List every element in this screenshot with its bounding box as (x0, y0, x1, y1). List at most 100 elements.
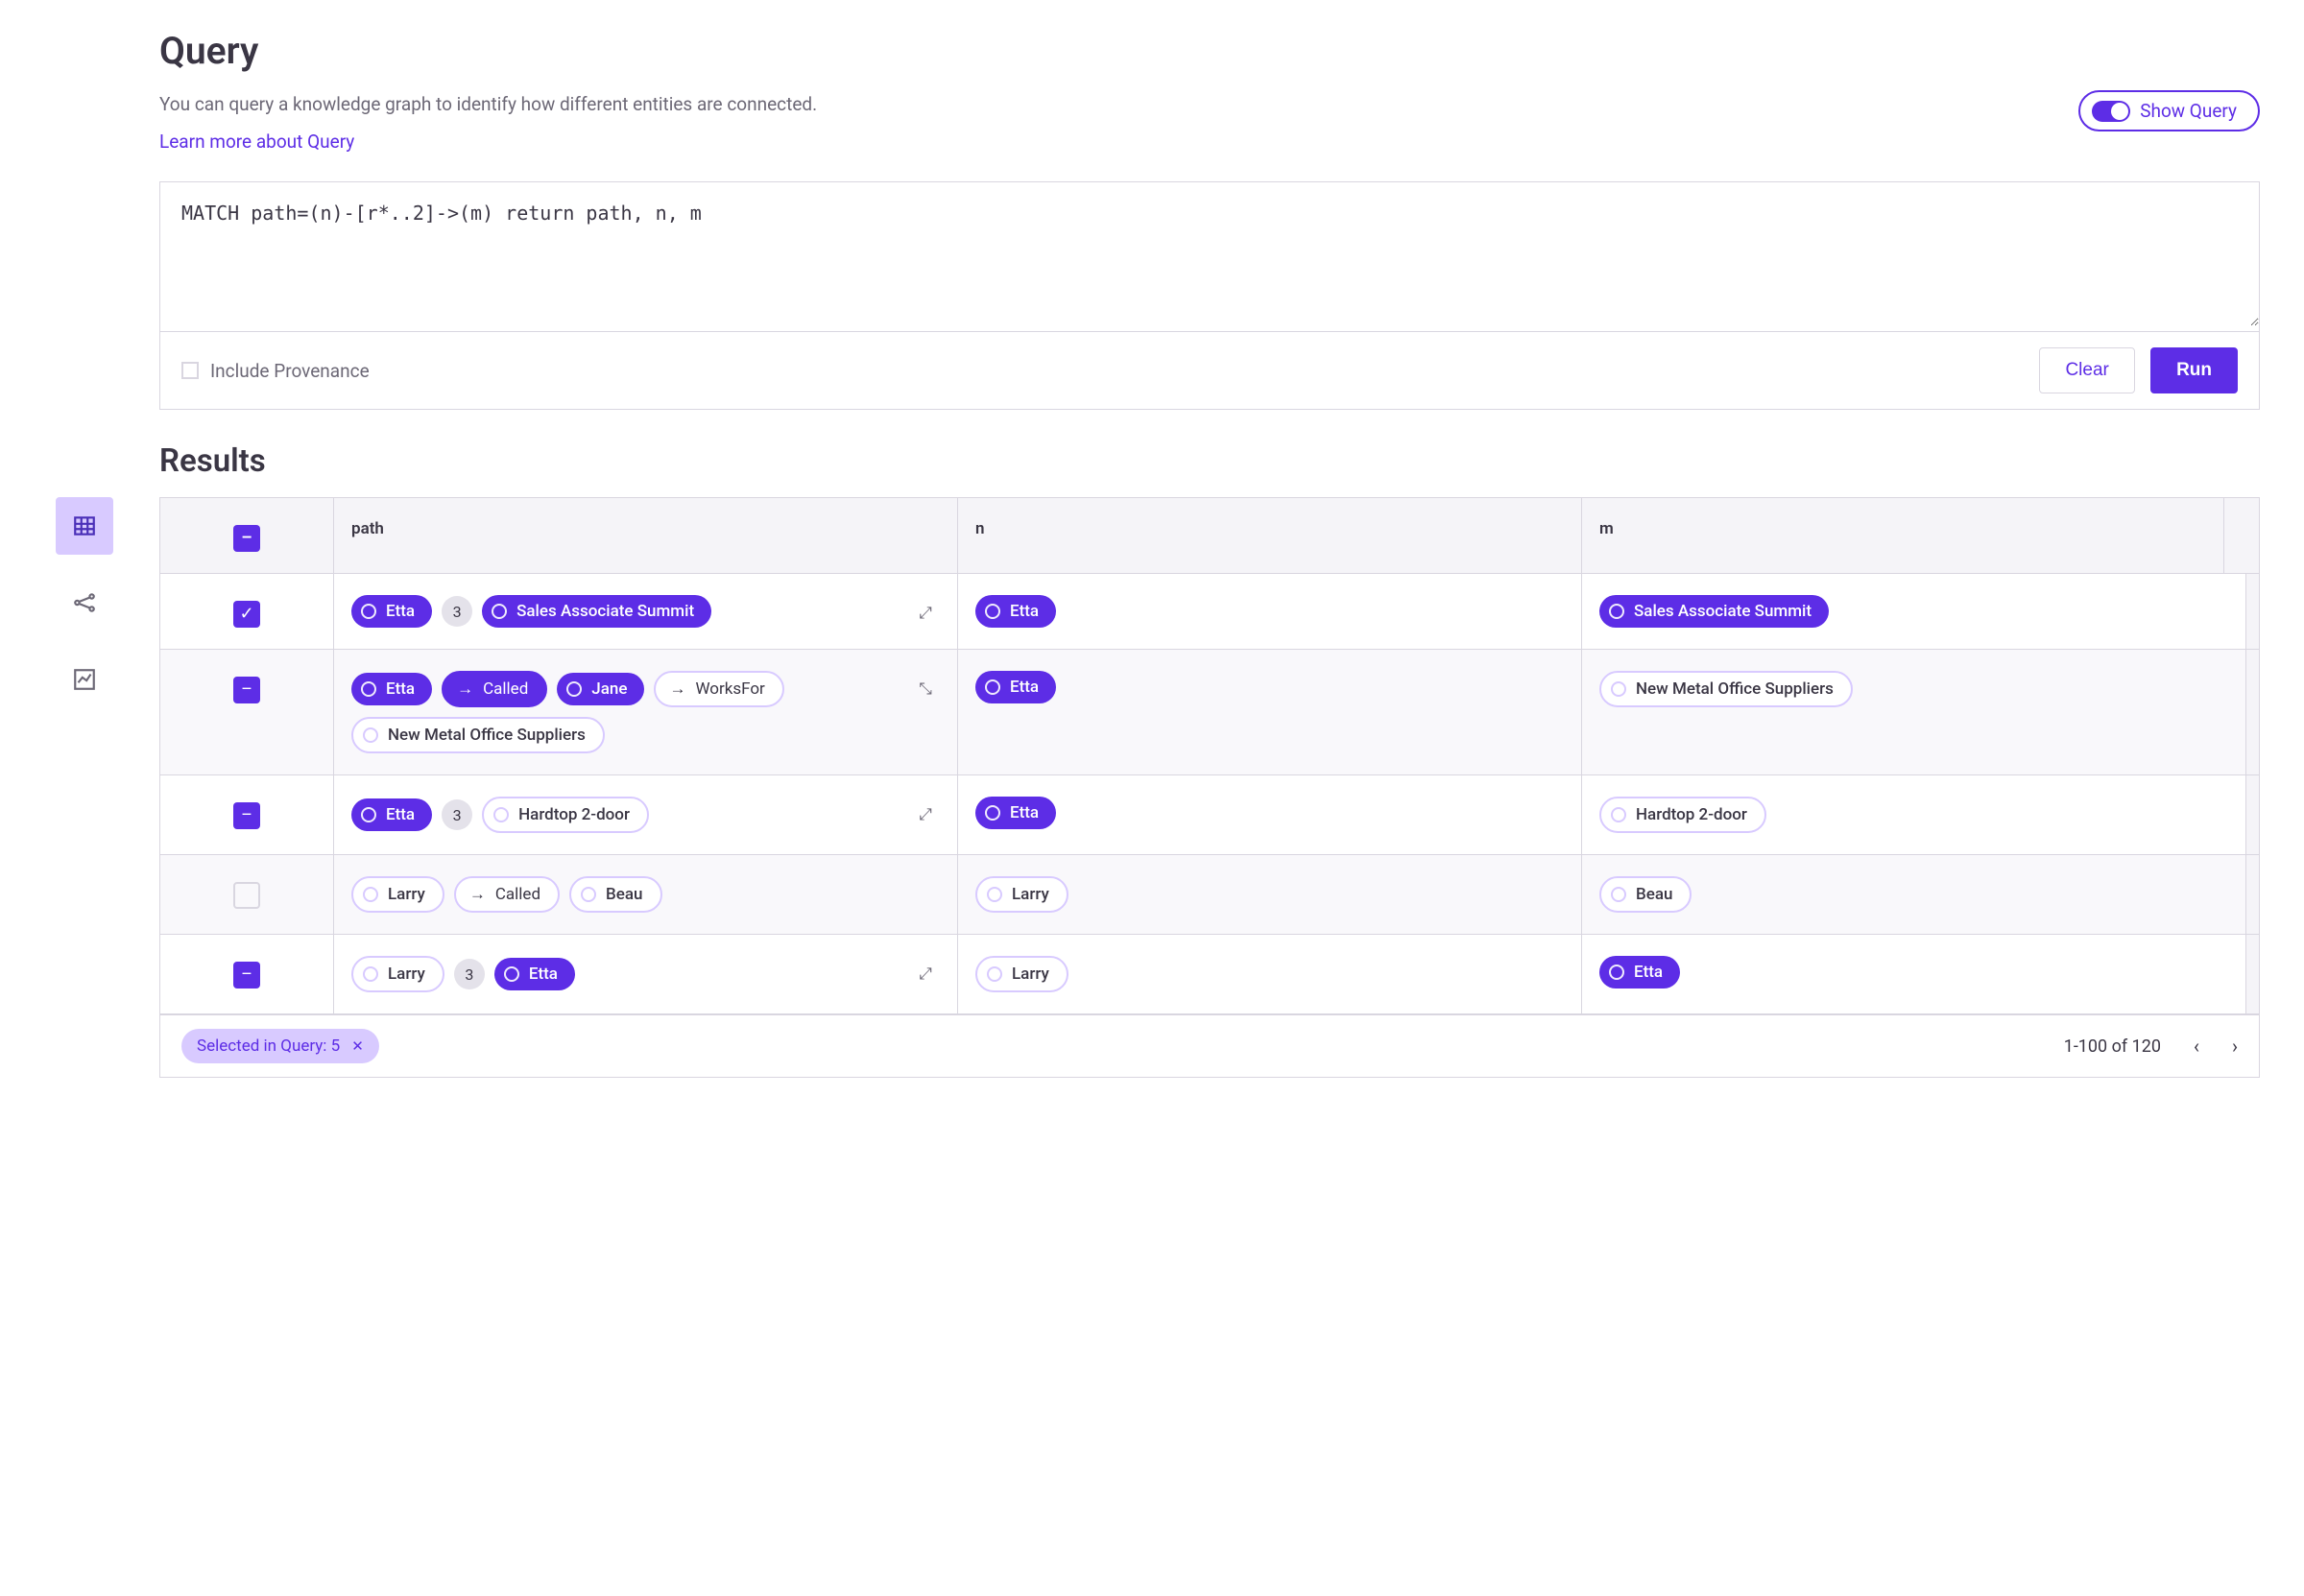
node-label: Etta (1634, 963, 1663, 982)
results-header-row: – path n m (160, 498, 2259, 574)
node-pill[interactable]: Beau (569, 876, 661, 913)
column-n[interactable]: n (957, 498, 1581, 573)
count-chip[interactable]: 3 (442, 596, 472, 627)
node-label: Sales Associate Summit (516, 602, 694, 621)
table-row: – Etta 3 Hardtop 2-door ⤢ Etta Hardtop 2-door (160, 775, 2259, 855)
table-view-tab[interactable] (56, 497, 113, 555)
node-pill[interactable]: New Metal Office Suppliers (1599, 671, 1853, 707)
pager-prev[interactable]: ‹ (2194, 1035, 2199, 1058)
node-pill[interactable]: Hardtop 2-door (482, 797, 649, 833)
node-pill[interactable]: Etta (351, 595, 432, 628)
circle-icon (987, 966, 1002, 982)
selection-chip-label: Selected in Query: 5 (197, 1036, 340, 1056)
toggle-on-icon (2092, 101, 2130, 122)
selection-chip[interactable]: Selected in Query: 5 ✕ (181, 1029, 379, 1063)
view-tabs (46, 497, 123, 727)
query-input[interactable]: MATCH path=(n)-[r*..2]->(m) return path,… (160, 182, 2259, 326)
node-pill[interactable]: Etta (975, 671, 1056, 703)
table-row: – Etta →Called Jane →WorksFor New Metal Offic… (160, 650, 2259, 775)
expand-button[interactable]: ⤢ (911, 800, 940, 829)
graph-view-tab[interactable] (56, 574, 113, 631)
page-intro: You can query a knowledge graph to ident… (159, 90, 817, 119)
node-pill[interactable]: Etta (1599, 956, 1680, 989)
node-label: Larry (388, 965, 425, 984)
node-pill[interactable]: Etta (975, 595, 1056, 628)
node-pill[interactable]: Larry (351, 876, 444, 913)
checkbox-icon (181, 362, 199, 379)
circle-icon (985, 604, 1000, 619)
node-label: Etta (386, 679, 415, 699)
row-select-checkbox[interactable]: – (233, 962, 260, 989)
table-row: ✓ Etta 3 Sales Associate Summit ⤢ Etta Sales A… (160, 574, 2259, 650)
node-pill[interactable]: Sales Associate Summit (1599, 595, 1829, 628)
node-pill[interactable]: Sales Associate Summit (482, 595, 711, 628)
circle-icon (985, 805, 1000, 821)
relationship-pill[interactable]: →Called (442, 671, 547, 707)
expand-button[interactable]: ⤢ (911, 599, 940, 628)
node-pill[interactable]: Etta (351, 798, 432, 831)
table-row: – Larry 3 Etta ⤢ Larry Etta (160, 935, 2259, 1014)
arrow-right-icon: → (457, 679, 473, 699)
node-pill[interactable]: New Metal Office Suppliers (351, 717, 605, 753)
chart-icon (72, 667, 97, 692)
node-pill[interactable]: Etta (494, 958, 575, 990)
show-query-toggle[interactable]: Show Query (2078, 90, 2260, 131)
relationship-label: Called (495, 885, 540, 904)
node-pill[interactable]: Etta (351, 673, 432, 705)
node-label: Hardtop 2-door (1636, 805, 1747, 824)
run-button[interactable]: Run (2150, 347, 2238, 393)
node-label: New Metal Office Suppliers (1636, 679, 1834, 699)
node-label: Larry (388, 885, 425, 904)
node-pill[interactable]: Jane (557, 673, 644, 705)
page-title: Query (159, 29, 2260, 73)
circle-icon (1609, 965, 1624, 980)
circle-icon (566, 681, 582, 697)
include-provenance-label: Include Provenance (210, 360, 370, 382)
node-pill[interactable]: Larry (975, 956, 1068, 992)
circle-icon (363, 887, 378, 902)
relationship-pill[interactable]: → Called (454, 876, 560, 913)
count-chip[interactable]: 3 (454, 959, 485, 989)
node-pill[interactable]: Hardtop 2-door (1599, 797, 1766, 833)
node-pill[interactable]: Beau (1599, 876, 1692, 913)
learn-more-link[interactable]: Learn more about Query (159, 131, 354, 153)
node-pill[interactable]: Etta (975, 797, 1056, 829)
circle-icon (504, 966, 519, 982)
close-icon[interactable]: ✕ (351, 1037, 364, 1055)
include-provenance-check[interactable]: Include Provenance (181, 360, 370, 382)
column-path[interactable]: path (333, 498, 957, 573)
node-label: Etta (1010, 803, 1039, 822)
table-icon (72, 513, 97, 538)
collapse-button[interactable]: ⤡ (911, 675, 940, 703)
circle-icon (987, 887, 1002, 902)
pager: 1-100 of 120 ‹ › (2064, 1035, 2238, 1058)
clear-button[interactable]: Clear (2039, 347, 2134, 393)
arrow-right-icon: → (469, 885, 486, 904)
select-all-checkbox[interactable]: – (233, 525, 260, 552)
node-label: Etta (529, 965, 558, 984)
circle-icon (1609, 604, 1624, 619)
circle-icon (361, 604, 376, 619)
count-chip[interactable]: 3 (442, 799, 472, 830)
pager-range: 1-100 of 120 (2064, 1036, 2161, 1057)
expand-button[interactable]: ⤢ (911, 960, 940, 989)
node-pill[interactable]: Larry (351, 956, 444, 992)
row-select-checkbox[interactable]: – (233, 677, 260, 703)
graph-icon (72, 590, 97, 615)
column-m[interactable]: m (1581, 498, 2223, 573)
circle-icon (361, 681, 376, 697)
node-pill[interactable]: Larry (975, 876, 1068, 913)
row-select-checkbox[interactable] (233, 882, 260, 909)
node-label: Etta (386, 602, 415, 621)
node-label: Etta (1010, 602, 1039, 621)
row-select-checkbox[interactable]: ✓ (233, 601, 260, 628)
row-select-checkbox[interactable]: – (233, 802, 260, 829)
node-label: New Metal Office Suppliers (388, 726, 586, 745)
node-label: Jane (591, 679, 627, 699)
arrow-right-icon: → (669, 679, 685, 699)
chart-view-tab[interactable] (56, 651, 113, 708)
pager-next[interactable]: › (2232, 1035, 2238, 1058)
results-title: Results (159, 442, 2260, 480)
results-panel: – path n m ✓ Etta 3 Sales Associate Summit ⤢… (159, 497, 2260, 1078)
relationship-pill[interactable]: →WorksFor (654, 671, 783, 707)
